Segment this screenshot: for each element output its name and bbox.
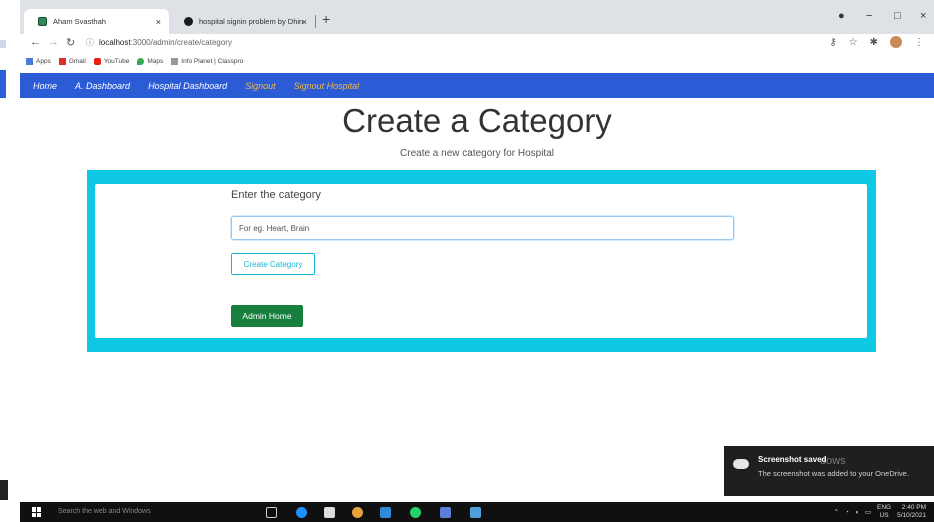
notification-body: The screenshot was added to your OneDriv… [758,469,909,478]
onedrive-cloud-icon [733,459,749,469]
menu-kebab-icon[interactable]: ⋮ [914,37,924,48]
task-view-icon[interactable] [266,507,277,518]
apps-grid-icon [26,57,33,65]
edge-browser-icon[interactable] [296,507,307,518]
bookmark-gmail[interactable]: Gmail [58,57,86,65]
admin-home-button[interactable]: Admin Home [231,305,303,327]
bookmark-youtube[interactable]: YouTube [93,57,130,65]
new-tab-button[interactable]: + [322,11,330,27]
tray-chevron-icon[interactable]: ⌃ [834,508,839,516]
close-window-button[interactable]: × [920,10,926,22]
back-arrow-icon[interactable]: ← [30,36,41,48]
background-window-accent [0,480,8,500]
page-title: Create a Category [342,102,612,139]
profile-avatar[interactable] [890,36,902,48]
app-navbar: Home A. Dashboard Hospital Dashboard Sig… [20,73,934,98]
taskbar-clock[interactable]: 2:40 PM 5/10/2021 [897,504,926,520]
nav-admin-dashboard-link[interactable]: A. Dashboard [75,81,130,91]
windows-start-icon[interactable] [32,507,42,517]
region-code: US [879,512,889,519]
bookmark-label: YouTube [103,57,130,65]
taskbar-search-box[interactable]: Search the web and Windows [58,508,151,515]
background-window-strip [0,0,20,502]
browser-window: Aham Svasthah × hospital signin problem … [20,0,934,502]
category-field-label: Enter the category [231,189,321,201]
nav-hospital-dashboard-link[interactable]: Hospital Dashboard [148,81,227,91]
url-field[interactable]: ⓘ localhost:3000/admin/create/category [86,37,232,48]
form-container: Enter the category Create Category Admin… [87,170,876,352]
bookmark-label: Gmail [68,57,86,65]
screen: Aham Svasthah × hospital signin problem … [0,0,934,522]
vscode-icon[interactable] [380,507,391,518]
tray-network-icon[interactable]: ◔ [845,509,849,516]
github-icon [184,17,193,26]
toolbar-icons: ⚷ ☆ ✱ ⋮ [829,36,924,48]
minimize-button[interactable]: − [866,10,872,22]
youtube-icon [93,57,101,65]
create-category-button[interactable]: Create Category [231,253,315,275]
tab-close-icon[interactable]: × [302,17,307,27]
nav-signout-hospital-link[interactable]: Signout Hospital [294,81,360,91]
whatsapp-icon[interactable] [410,507,421,518]
background-window-accent [0,40,6,48]
tab-divider [315,15,316,28]
screenshot-saved-notification[interactable]: dows Screenshot saved The screenshot was… [724,446,934,496]
language-indicator[interactable]: ENG US [877,504,891,520]
address-bar-row: ← → ↻ ⓘ localhost:3000/admin/create/categ… [20,34,934,52]
clock-time: 2:40 PM [901,504,926,511]
url-path: :3000/admin/create/category [130,38,232,47]
bookmark-apps[interactable]: Apps [26,57,51,65]
app-icon[interactable] [440,507,451,518]
clock-date: 5/10/2021 [897,512,926,519]
tab-close-icon[interactable]: × [156,17,161,27]
bookmark-info-planet[interactable]: Info Planet | Classpro [171,57,244,65]
bookmarks-bar: Apps Gmail YouTube Maps Info Planet | Cl… [20,52,934,70]
bookmark-maps[interactable]: Maps [137,57,164,65]
windows-taskbar: Search the web and Windows ⌃ ◔ ◖ ▭ ENG U… [20,502,934,522]
category-input[interactable] [231,216,734,240]
tab-title: Aham Svasthah [53,17,106,26]
photos-icon[interactable] [470,507,481,518]
nav-signout-link[interactable]: Signout [245,81,276,91]
key-icon[interactable]: ⚷ [829,37,836,48]
bookmark-label: Maps [147,57,164,65]
site-favicon-icon [38,17,47,26]
info-icon: ⓘ [86,38,94,47]
background-window-accent [0,70,6,98]
maps-pin-icon [137,57,145,65]
tab-github[interactable]: hospital signin problem by Dhin × [170,9,315,34]
gmail-icon [58,57,66,65]
system-tray: ⌃ ◔ ◖ ▭ ENG US 2:40 PM 5/10/2021 [834,504,927,520]
tab-bar: Aham Svasthah × hospital signin problem … [20,0,934,34]
notification-title: Screenshot saved [758,455,827,464]
tray-volume-icon[interactable]: ◖ [855,509,859,516]
extensions-icon[interactable]: ✱ [870,37,878,48]
chrome-icon[interactable] [352,507,363,518]
account-circle-icon[interactable]: ● [838,10,845,22]
url-host: localhost [99,38,131,47]
nav-home-link[interactable]: Home [33,81,57,91]
bookmark-label: Info Planet | Classpro [181,57,244,65]
maximize-button[interactable]: □ [894,10,901,22]
star-icon[interactable]: ☆ [849,37,858,48]
tray-notifications-icon[interactable]: ▭ [865,508,871,516]
bookmark-label: Apps [36,57,51,65]
tab-title: hospital signin problem by Dhin [199,17,304,26]
tab-aham-svasthah[interactable]: Aham Svasthah × [24,9,169,34]
page-subtitle: Create a new category for Hospital [400,148,554,159]
reload-icon[interactable]: ↻ [66,36,75,49]
form-card: Enter the category Create Category Admin… [95,184,867,338]
language-code: ENG [876,504,892,511]
store-icon[interactable] [324,507,335,518]
forward-arrow-icon[interactable]: → [48,36,59,48]
info-planet-icon [171,57,179,65]
